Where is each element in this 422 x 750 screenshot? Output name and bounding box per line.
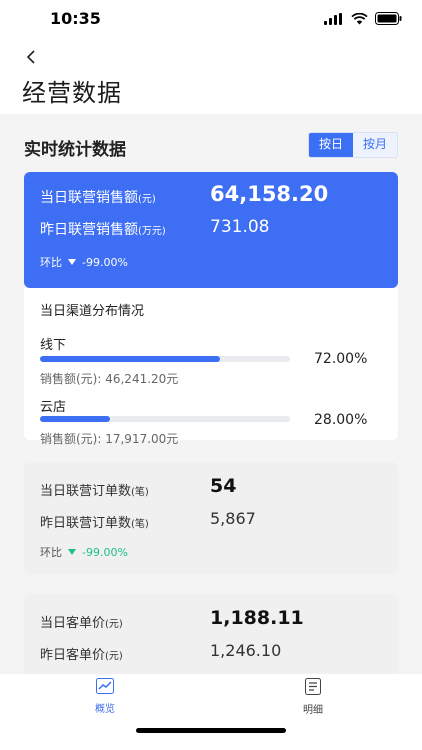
status-time: 10:35	[50, 9, 101, 28]
sales-card: 当日联营销售额 (元) 64,158.20 昨日联营销售额 (万元) 731.0…	[24, 172, 398, 288]
channel-name: 云店	[40, 400, 67, 415]
today-sales-label: 当日联营销售额 (元)	[40, 190, 156, 206]
orders-change: 环比 -99.00%	[40, 545, 128, 560]
channel-amount: 销售额(元): 46,241.20元	[40, 372, 179, 386]
channel-percent: 72.00%	[314, 351, 368, 367]
section-title: 实时统计数据	[24, 140, 126, 160]
wifi-icon	[351, 12, 368, 24]
chart-icon	[96, 678, 114, 694]
status-bar: 10:35	[0, 0, 422, 38]
channel-progress-bar	[40, 356, 290, 362]
down-triangle-icon	[68, 549, 76, 555]
back-icon[interactable]	[22, 47, 42, 67]
cellular-signal-icon	[324, 12, 342, 25]
tab-overview-label: 概览	[95, 704, 115, 715]
today-unit-price-label: 当日客单价 (元)	[40, 616, 123, 631]
channel-amount: 销售额(元): 17,917.00元	[40, 432, 179, 446]
unit-price-card: 当日客单价 (元) 1,188.11 昨日客单价 (元) 1,246.10	[24, 594, 398, 674]
toggle-by-month[interactable]: 按月	[353, 133, 397, 157]
down-triangle-icon	[68, 259, 76, 265]
today-unit-price-value: 1,188.11	[210, 607, 304, 629]
period-toggle[interactable]: 按日 按月	[308, 132, 398, 158]
channel-progress-fill	[40, 416, 110, 422]
channel-distribution-card: 当日渠道分布情况 线下 72.00% 销售额(元): 46,241.20元 云店…	[24, 288, 398, 446]
tab-bar: 概览 明细	[0, 674, 422, 750]
document-icon	[305, 678, 321, 695]
yesterday-sales-label: 昨日联营销售额 (万元)	[40, 222, 166, 238]
today-sales-value: 64,158.20	[210, 182, 329, 206]
toggle-by-day[interactable]: 按日	[309, 133, 353, 157]
orders-card: 当日联营订单数 (笔) 54 昨日联营订单数 (笔) 5,867 环比 -99.…	[24, 462, 398, 574]
distribution-title: 当日渠道分布情况	[40, 304, 145, 319]
sales-change: 环比 -99.00%	[40, 255, 128, 270]
tab-details[interactable]: 明细	[283, 678, 343, 716]
channel-progress-fill	[40, 356, 220, 362]
today-orders-label: 当日联营订单数 (笔)	[40, 484, 149, 499]
yesterday-orders-label: 昨日联营订单数 (笔)	[40, 516, 149, 531]
yesterday-sales-value: 731.08	[210, 217, 270, 237]
yesterday-unit-price-label: 昨日客单价 (元)	[40, 648, 123, 663]
tab-overview[interactable]: 概览	[75, 678, 135, 715]
yesterday-orders-value: 5,867	[210, 509, 256, 528]
yesterday-unit-price-value: 1,246.10	[210, 641, 282, 660]
channel-progress-bar	[40, 416, 290, 422]
home-indicator	[136, 728, 286, 733]
today-orders-value: 54	[210, 475, 237, 497]
channel-percent: 28.00%	[314, 412, 368, 428]
tab-details-label: 明细	[303, 705, 323, 716]
page-title: 经营数据	[22, 79, 122, 107]
channel-name: 线下	[40, 338, 67, 353]
battery-icon	[375, 12, 402, 25]
content-area[interactable]: 实时统计数据 当日联营销售额 (元) 64,158.20 昨日联营销售额 (万元…	[0, 114, 422, 674]
